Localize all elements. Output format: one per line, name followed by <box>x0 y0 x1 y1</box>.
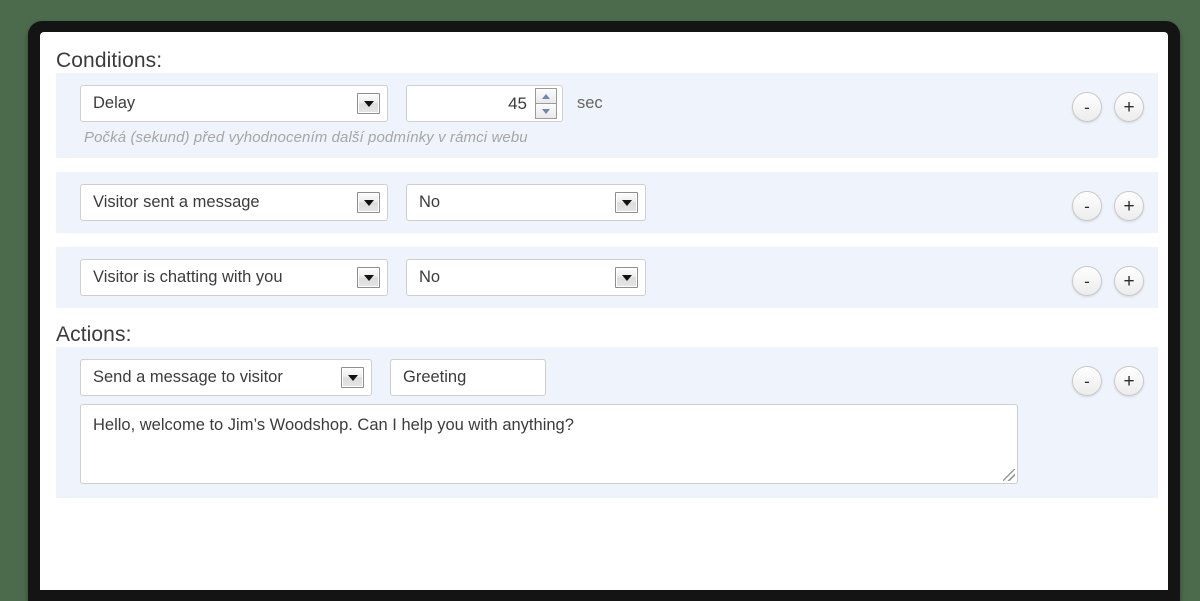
row-controls-action-0: - + <box>1072 366 1144 397</box>
add-condition-button-2[interactable]: + <box>1114 266 1144 297</box>
condition-value-select-1[interactable]: No <box>406 184 646 222</box>
row-controls-2: - + <box>1072 266 1144 297</box>
condition-row-chatting: Visitor is chatting with you No - + <box>56 247 1158 309</box>
conditions-list: Delay 45 sec Počká (sekund) před vyhodno… <box>40 73 1168 309</box>
condition-row-sent-message: Visitor sent a message No - + <box>56 172 1158 234</box>
delay-helper-text: Počká (sekund) před vyhodnocením další p… <box>84 129 528 147</box>
action-row-send-message: Send a message to visitor Greeting Hello… <box>56 347 1158 499</box>
conditions-heading: Conditions: <box>56 49 163 72</box>
action-message-textarea[interactable]: Hello, welcome to Jim’s Woodshop. Can I … <box>80 404 1018 485</box>
chevron-down-icon[interactable] <box>615 192 638 214</box>
action-type-select-0[interactable]: Send a message to visitor <box>80 359 372 397</box>
settings-panel: Conditions: Delay 45 sec Počká (sekund) … <box>40 32 1168 590</box>
resize-handle-icon[interactable] <box>1003 469 1015 482</box>
condition-type-value-2: Visitor is chatting with you <box>93 268 283 287</box>
chevron-down-icon[interactable] <box>357 192 380 214</box>
stepper-buttons[interactable] <box>535 88 557 120</box>
chevron-down-icon[interactable] <box>615 267 638 289</box>
action-message-wrapper: Hello, welcome to Jim’s Woodshop. Can I … <box>56 404 1158 498</box>
action-name-input[interactable]: Greeting <box>390 359 546 397</box>
delay-number-stepper[interactable]: 45 <box>406 85 563 123</box>
row-controls-1: - + <box>1072 191 1144 222</box>
action-name-value: Greeting <box>403 368 467 387</box>
condition-type-select-1[interactable]: Visitor sent a message <box>80 184 388 222</box>
remove-action-button-0[interactable]: - <box>1072 366 1102 397</box>
actions-list: Send a message to visitor Greeting Hello… <box>40 347 1168 499</box>
condition-value-1: No <box>419 193 441 212</box>
action-type-value-0: Send a message to visitor <box>93 368 283 387</box>
add-action-button-0[interactable]: + <box>1114 366 1144 397</box>
condition-value-select-2[interactable]: No <box>406 259 646 297</box>
remove-condition-button-1[interactable]: - <box>1072 191 1102 222</box>
remove-condition-button-0[interactable]: - <box>1072 92 1102 123</box>
delay-number-value: 45 <box>508 93 527 113</box>
condition-type-select-0[interactable]: Delay <box>80 85 388 123</box>
condition-type-value-1: Visitor sent a message <box>93 193 260 212</box>
stepper-up-icon[interactable] <box>535 88 557 105</box>
add-condition-button-1[interactable]: + <box>1114 191 1144 222</box>
chevron-down-icon[interactable] <box>357 267 380 289</box>
actions-heading: Actions: <box>56 323 132 347</box>
add-condition-button-0[interactable]: + <box>1114 92 1144 123</box>
condition-type-select-2[interactable]: Visitor is chatting with you <box>80 259 388 297</box>
chevron-down-icon[interactable] <box>357 93 380 115</box>
condition-value-2: No <box>419 268 441 287</box>
action-message-value: Hello, welcome to Jim’s Woodshop. Can I … <box>93 416 574 435</box>
condition-row-delay: Delay 45 sec Počká (sekund) před vyhodno… <box>56 73 1158 159</box>
stepper-down-icon[interactable] <box>535 104 557 120</box>
delay-unit-label: sec <box>577 94 603 113</box>
remove-condition-button-2[interactable]: - <box>1072 266 1102 297</box>
condition-type-value-0: Delay <box>93 94 136 113</box>
window-frame: Conditions: Delay 45 sec Počká (sekund) … <box>28 21 1180 601</box>
chevron-down-icon[interactable] <box>341 367 364 389</box>
row-controls-0: - + <box>1072 92 1144 123</box>
